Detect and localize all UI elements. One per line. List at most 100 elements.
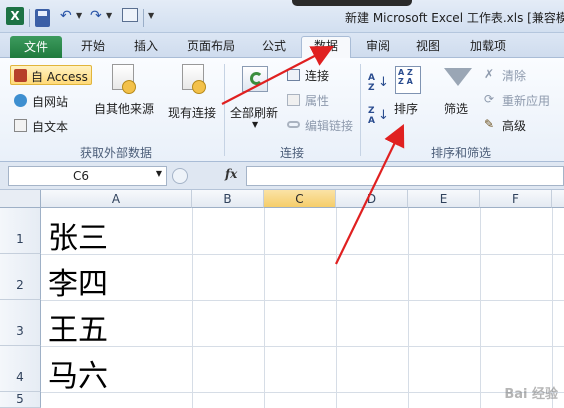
save-icon[interactable]: [35, 9, 50, 27]
down-arrow-icon: ↓: [378, 75, 389, 90]
group-label-connections: 连接: [279, 146, 304, 160]
from-web-label: 自网站: [32, 95, 69, 109]
ribbon-data: 自 Access 自网站 自文本 自其他来源 现有连接 获取外部数据 全部刷新 …: [0, 58, 564, 162]
name-box-value: C6: [73, 169, 90, 183]
refresh-dropdown-icon: ▼: [252, 120, 259, 129]
globe-icon: [14, 94, 27, 107]
redo-dropdown-icon[interactable]: ▼: [106, 7, 112, 25]
sort-button[interactable]: A ZZ A 排序: [392, 64, 424, 118]
properties-label: 属性: [305, 94, 330, 108]
reapply-button[interactable]: ⟳ 重新应用: [484, 92, 564, 110]
row-header-3[interactable]: 3: [0, 300, 41, 346]
connections-button[interactable]: 连接: [287, 67, 357, 85]
tab-formulas[interactable]: 公式: [252, 37, 296, 58]
clear-button[interactable]: ✗ 清除: [484, 67, 560, 85]
link-icon: [287, 121, 300, 128]
undo-dropdown-icon[interactable]: ▼: [76, 7, 82, 25]
ribbon-tabs: 文件 开始 插入 页面布局 公式 数据 审阅 视图 加载项: [0, 33, 564, 58]
gridline: [408, 208, 409, 408]
row-header-5[interactable]: 5: [0, 392, 41, 408]
sort-descending-button[interactable]: ZA ↓: [366, 106, 389, 128]
column-header-f[interactable]: F: [480, 190, 552, 208]
window-title: 新建 Microsoft Excel 工作表.xls [兼容模: [345, 11, 564, 25]
formula-expand-icon[interactable]: [172, 168, 188, 184]
cell-a4[interactable]: 马六: [48, 351, 108, 395]
filter-button[interactable]: 筛选: [438, 64, 478, 118]
column-header-d[interactable]: D: [336, 190, 408, 208]
window-top-handle: [292, 0, 412, 6]
filter-funnel-icon: [444, 68, 472, 86]
refresh-all-button[interactable]: 全部刷新 ▼: [228, 62, 284, 132]
column-header-b[interactable]: B: [192, 190, 264, 208]
insert-function-button[interactable]: fx: [225, 167, 237, 181]
advanced-filter-button[interactable]: ✎ 高级: [484, 117, 560, 135]
gridline: [41, 346, 564, 347]
name-box-dropdown-icon[interactable]: ▼: [156, 169, 162, 178]
cell-a1[interactable]: 张三: [48, 213, 108, 257]
properties-icon: [287, 94, 300, 106]
tab-data[interactable]: 数据: [301, 36, 351, 58]
toolbar-separator: [29, 9, 30, 27]
refresh-icon: [250, 72, 263, 85]
connections-label: 连接: [305, 69, 330, 83]
down-arrow-icon: ↓: [378, 108, 389, 123]
tab-view[interactable]: 视图: [406, 37, 450, 58]
row-header-4[interactable]: 4: [0, 346, 41, 392]
select-all-corner[interactable]: [0, 190, 41, 208]
reapply-label: 重新应用: [502, 94, 551, 108]
tab-file[interactable]: 文件: [10, 36, 62, 58]
form-icon[interactable]: [122, 8, 138, 22]
name-box[interactable]: C6 ▼: [8, 166, 167, 186]
worksheet-grid[interactable]: A B C D E F 1 张三 2 李四 3 王五 4 马六 5 Bai 经验: [0, 190, 564, 408]
tab-home[interactable]: 开始: [70, 37, 116, 58]
connections-icon: [287, 69, 300, 81]
advanced-filter-icon: ✎: [484, 117, 495, 131]
database-icon: [122, 80, 136, 94]
existing-connections-button[interactable]: 现有连接: [168, 62, 220, 122]
clear-filter-icon: ✗: [484, 67, 495, 81]
gridline: [336, 208, 337, 408]
from-other-sources-button[interactable]: 自其他来源: [94, 62, 158, 122]
access-icon: [14, 69, 27, 82]
redo-icon[interactable]: ↷: [90, 7, 102, 25]
edit-links-button[interactable]: 编辑链接: [287, 117, 359, 135]
formula-bar: C6 ▼ fx: [0, 162, 564, 190]
gridline: [41, 254, 564, 255]
customize-toolbar-icon[interactable]: ▼: [148, 7, 154, 25]
tab-addins[interactable]: 加载项: [460, 37, 516, 58]
sort-az-grid-icon: A ZZ A: [398, 68, 413, 86]
gridline: [552, 208, 553, 408]
group-separator: [360, 64, 361, 156]
title-bar: X ↶ ▼ ↷ ▼ ▼ 新建 Microsoft Excel 工作表.xls […: [0, 0, 564, 33]
cell-a2[interactable]: 李四: [48, 259, 108, 303]
from-text-button[interactable]: 自文本: [14, 117, 94, 135]
reapply-icon: ⟳: [484, 92, 495, 106]
formula-input[interactable]: [246, 166, 564, 186]
from-access-button[interactable]: 自 Access: [10, 65, 92, 85]
cell-a3[interactable]: 王五: [48, 305, 108, 349]
column-header-g[interactable]: [552, 190, 564, 208]
properties-button[interactable]: 属性: [287, 92, 357, 110]
group-label-sort-filter: 排序和筛选: [430, 146, 491, 160]
tab-insert[interactable]: 插入: [124, 37, 168, 58]
gridline: [264, 208, 265, 408]
advanced-filter-label: 高级: [502, 119, 527, 133]
existing-connections-label: 现有连接: [168, 106, 217, 120]
column-header-a[interactable]: A: [41, 190, 192, 208]
tab-review[interactable]: 审阅: [356, 37, 400, 58]
row-header-1[interactable]: 1: [0, 208, 41, 254]
excel-app-icon[interactable]: X: [6, 7, 24, 25]
column-header-e[interactable]: E: [408, 190, 480, 208]
tab-page-layout[interactable]: 页面布局: [176, 37, 246, 58]
filter-label: 筛选: [444, 102, 469, 116]
sort-label: 排序: [394, 102, 419, 116]
undo-icon[interactable]: ↶: [60, 7, 72, 25]
text-file-icon: [14, 119, 27, 132]
gridline: [480, 208, 481, 408]
column-header-c[interactable]: C: [264, 190, 336, 208]
group-separator: [224, 64, 225, 156]
row-header-2[interactable]: 2: [0, 254, 41, 300]
sort-za-icon: ZA: [368, 106, 375, 126]
sort-ascending-button[interactable]: AZ ↓: [366, 73, 389, 95]
from-web-button[interactable]: 自网站: [14, 92, 94, 110]
